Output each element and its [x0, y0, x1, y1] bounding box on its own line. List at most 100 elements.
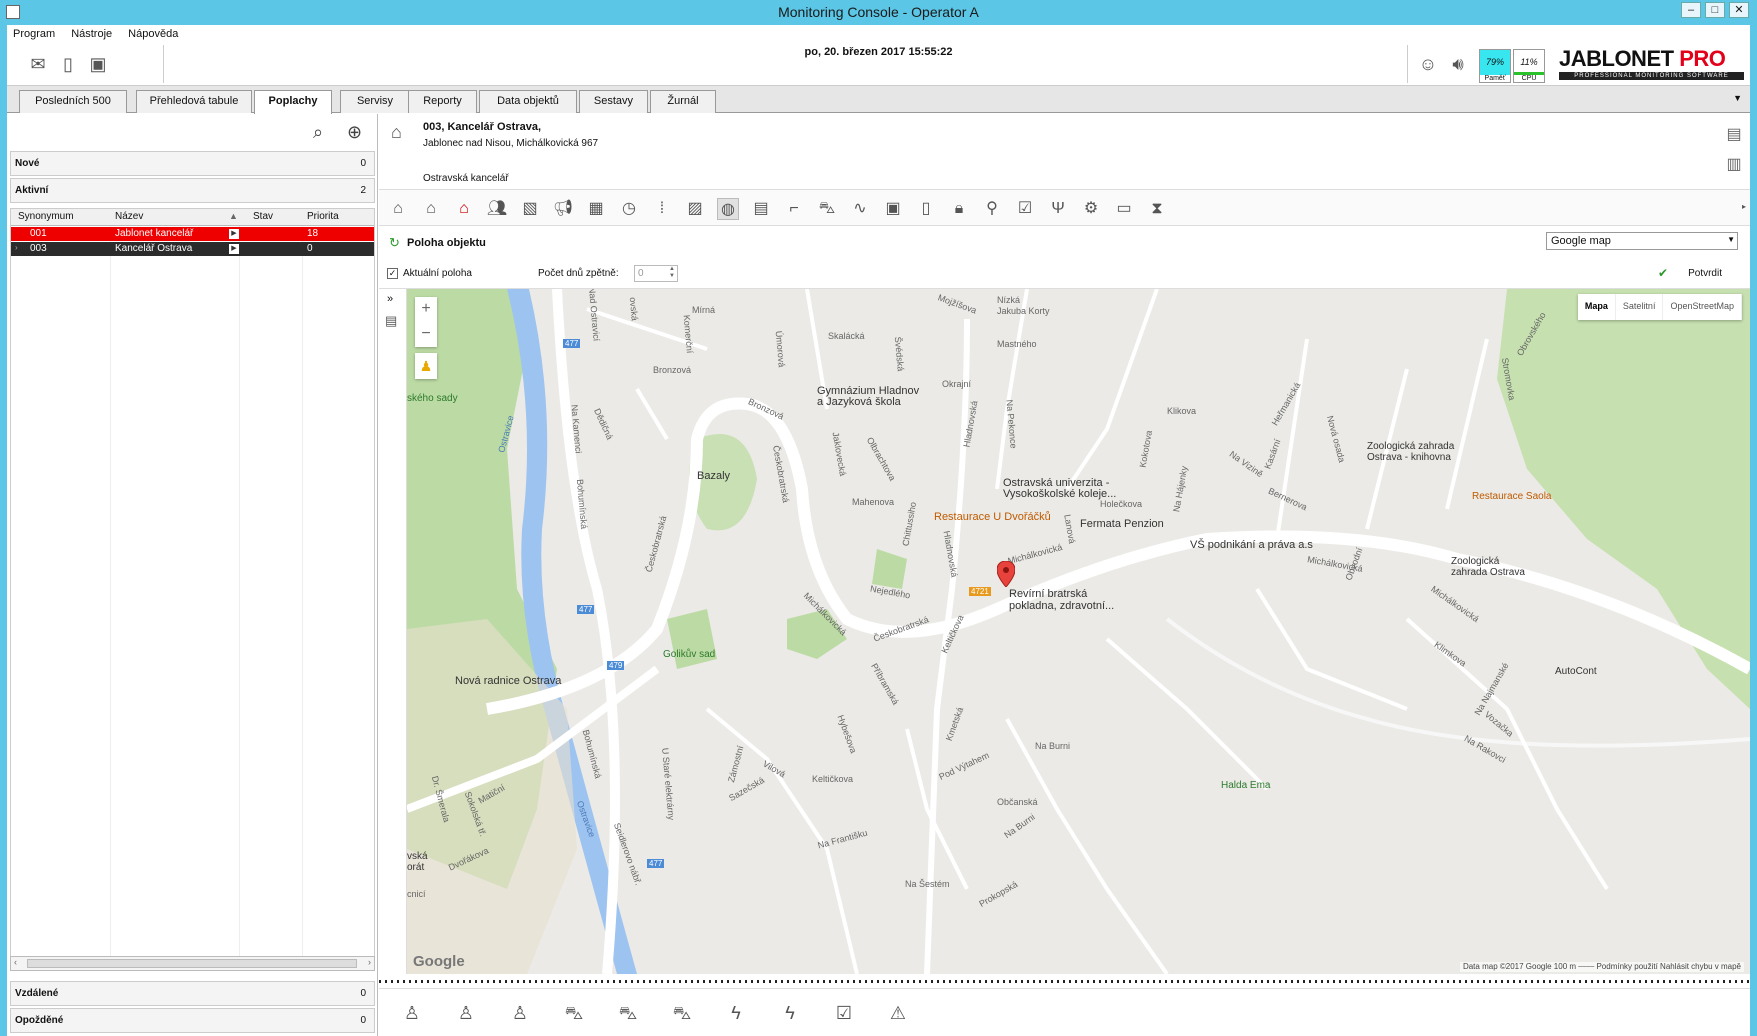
row-expand-icon[interactable]: › [15, 243, 18, 252]
clock-icon[interactable]: ◷ [618, 198, 640, 220]
users-icon[interactable]: 👥︎ [486, 198, 508, 220]
car-arrive-icon[interactable]: ⛍ [669, 1000, 695, 1026]
sort-asc-icon[interactable]: ▲ [229, 211, 238, 221]
alarm-grid: Synonymum Název ▲ Stav Priorita 001 Jabl… [10, 208, 375, 966]
scroll-right-icon[interactable]: › [368, 957, 371, 967]
row-priority: 18 [307, 228, 319, 239]
car-icon[interactable]: ⛍ [816, 198, 838, 220]
section-active[interactable]: Aktivní 2 [10, 178, 375, 203]
document-icon[interactable]: ▯ [915, 198, 937, 220]
power-icon[interactable]: ϟ [723, 1000, 749, 1026]
tab-overview[interactable]: Přehledová tabule [136, 90, 252, 113]
tab-object-data[interactable]: Data objektů [479, 90, 577, 113]
object-list-icon[interactable]: ⌂ [387, 198, 409, 220]
section-active-count: 2 [360, 185, 366, 196]
car-cancel-icon[interactable]: ⛍ [615, 1000, 641, 1026]
person-check-icon[interactable]: ♙ [399, 1000, 425, 1026]
map-attribution[interactable]: Data map ©2017 Google 100 m ⎯⎯⎯⎯ Podmínk… [1459, 962, 1744, 972]
megaphone-icon[interactable]: 📢︎ [552, 198, 574, 220]
map-provider-select[interactable]: Google map ▼ [1546, 232, 1738, 250]
row-name: Jablonet kancelář [115, 228, 194, 239]
layout-icon[interactable]: ▤ [385, 313, 397, 329]
minimize-button[interactable]: ‒ [1681, 2, 1701, 18]
lock-icon[interactable]: 🔒︎ [948, 198, 970, 220]
speaker-icon[interactable]: 🔊︎ [1447, 53, 1469, 75]
memory-meter: 79% Paměť [1479, 49, 1511, 83]
map-icon[interactable]: ▤ [750, 198, 772, 220]
card-icon[interactable]: ▭ [1113, 198, 1135, 220]
settings-panel-icon[interactable]: ⚙ [1080, 198, 1102, 220]
tab-alarms[interactable]: Poplachy [254, 90, 332, 114]
menu-help[interactable]: Nápověda [128, 28, 178, 40]
frame-left [0, 25, 7, 1036]
current-position-checkbox[interactable]: ✓ [387, 268, 398, 279]
map-label: ského sady [407, 393, 458, 404]
map-type-osm[interactable]: OpenStreetMap [1663, 294, 1742, 320]
history-icon[interactable]: ⧗ [1146, 198, 1168, 220]
refresh-icon[interactable]: ↻ [389, 235, 400, 251]
checklist-icon[interactable]: ☑ [1014, 198, 1036, 220]
tabs-dropdown-icon[interactable]: ▼ [1733, 93, 1742, 103]
panel-icon[interactable]: ▣ [882, 198, 904, 220]
menu-program[interactable]: Program [13, 28, 55, 40]
col-name[interactable]: Název [115, 211, 143, 222]
map-type-satellite[interactable]: Satelitní [1616, 294, 1664, 320]
checkbox-icon[interactable]: ☑ [831, 1000, 857, 1026]
warning-icon[interactable]: ⚠ [885, 1000, 911, 1026]
add-icon[interactable]: ⊕ [347, 122, 362, 143]
zoom-in-button[interactable]: + [415, 297, 437, 322]
confirm-button[interactable]: Potvrdit [1688, 268, 1722, 279]
section-new[interactable]: Nové 0 [10, 151, 375, 176]
splitter[interactable] [379, 974, 1750, 988]
smiley-icon[interactable]: ☺ [1417, 53, 1439, 75]
tab-services[interactable]: Servisy [340, 90, 410, 113]
toolbar-more-icon[interactable]: ▸ [1742, 202, 1746, 211]
expand-icon[interactable]: » [387, 293, 393, 305]
days-back-input[interactable]: 0 ▲ ▼ [634, 265, 678, 282]
person-cancel-icon[interactable]: ♙ [453, 1000, 479, 1026]
tab-reports[interactable]: Reporty [408, 90, 477, 113]
object-info-icon[interactable]: ⌂ [420, 198, 442, 220]
zoom-out-button[interactable]: − [415, 322, 437, 347]
gun-icon[interactable]: ⌐ [783, 198, 805, 220]
tab-journal[interactable]: Žurnál [650, 90, 716, 113]
col-priority[interactable]: Priorita [307, 211, 339, 222]
section-delayed[interactable]: Opožděné 0 [10, 1008, 375, 1033]
map-type-map[interactable]: Mapa [1578, 294, 1616, 320]
map-book-icon[interactable]: ▧ [519, 198, 541, 220]
pulse-icon[interactable]: ∿ [849, 198, 871, 220]
table-row[interactable]: › 003 Kancelář Ostrava ▶ 0 [11, 242, 374, 256]
close-button[interactable]: ✕ [1729, 2, 1749, 18]
menu-tools[interactable]: Nástroje [71, 28, 112, 40]
section-remote[interactable]: Vzdálené 0 [10, 981, 375, 1006]
person-arrive-icon[interactable]: ♙ [507, 1000, 533, 1026]
search-icon[interactable]: ⌕ [313, 122, 323, 143]
clipboard-settings-icon[interactable]: ▥ [1724, 154, 1744, 174]
tab-last-500[interactable]: Posledních 500 [19, 90, 127, 113]
tab-sets[interactable]: Sestavy [579, 90, 648, 113]
scroll-left-icon[interactable]: ‹ [14, 957, 17, 967]
globe-icon[interactable]: ◍ [717, 198, 739, 220]
scroll-thumb[interactable] [27, 959, 357, 968]
col-state[interactable]: Stav [253, 211, 273, 222]
table-row[interactable]: 001 Jablonet kancelář ▶ 18 [11, 227, 374, 241]
col-synonym[interactable]: Synonymum [18, 211, 74, 222]
street-label: cnicí [407, 889, 426, 899]
power-off-icon[interactable]: ϟ [777, 1000, 803, 1026]
calculator-icon[interactable]: ▦ [585, 198, 607, 220]
image-icon[interactable]: ▨ [684, 198, 706, 220]
map-view[interactable]: + − ♟ Mapa Satelitní OpenStreetMap Gymná… [407, 289, 1750, 974]
footsteps-icon[interactable]: ⁞ [651, 198, 673, 220]
clipboard-icon[interactable]: ▤ [1724, 124, 1744, 144]
car-dispatch-icon[interactable]: ⛍ [561, 1000, 587, 1026]
paperclip-icon[interactable]: ⚲ [981, 198, 1003, 220]
map-label: Halda Ema [1221, 780, 1271, 791]
antenna-icon[interactable]: Ψ [1047, 198, 1069, 220]
horizontal-scrollbar[interactable]: ‹ › [10, 956, 375, 971]
stepper-icon[interactable]: ▲ ▼ [669, 266, 675, 280]
object-alarm-icon[interactable]: ⌂ [453, 198, 475, 220]
location-pin-icon[interactable] [997, 561, 1015, 587]
street-label: Keltičkova [812, 774, 854, 784]
street-view-icon[interactable]: ♟ [415, 353, 437, 379]
maximize-button[interactable]: □ [1705, 2, 1725, 18]
